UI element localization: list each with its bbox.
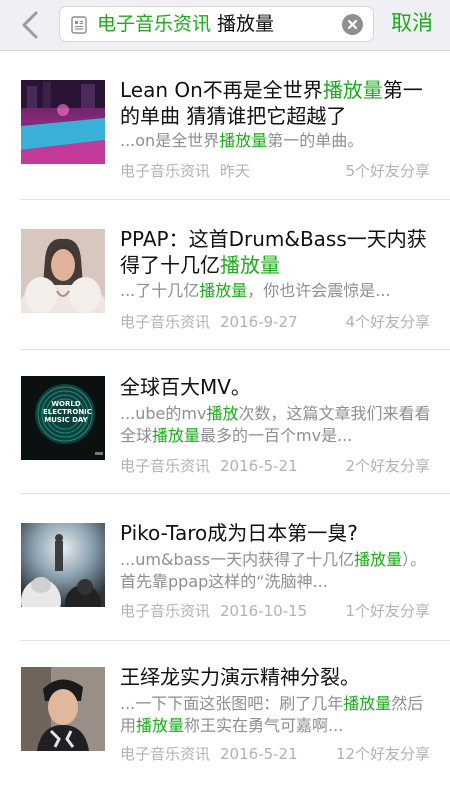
- result-item[interactable]: Piko-Taro成为日本第一臭? ...um&bass一天内获得了十几亿播放量…: [0, 493, 450, 641]
- result-snippet: ...一下下面这张图吧：刷了几年播放量然后用播放量称王实在勇气可嘉啊...: [120, 694, 424, 735]
- result-date: 2016-5-21: [220, 745, 298, 763]
- result-date: 昨天: [220, 162, 251, 180]
- clear-search-button[interactable]: [342, 14, 363, 35]
- result-source: 电子音乐资讯: [120, 602, 211, 620]
- result-title: 王绎龙实力演示精神分裂。: [120, 665, 360, 689]
- result-source: 电子音乐资讯: [120, 162, 211, 180]
- search-field[interactable]: 电子音乐资讯 播放量: [59, 6, 374, 42]
- result-date: 2016-10-15: [220, 602, 308, 620]
- result-date: 2016-5-21: [220, 457, 298, 475]
- cancel-button[interactable]: 取消: [391, 10, 433, 36]
- result-item[interactable]: WORLD ELECTRONIC MUSIC DAY 全球百大MV。 ...ub…: [0, 349, 450, 497]
- result-snippet: ...um&bass一天内获得了十几亿播放量）。首先靠ppap这样的“洗脑神..…: [120, 550, 427, 591]
- result-title: Lean On不再是全世界播放量第一的单曲 猜猜谁把它超越了: [120, 78, 423, 128]
- result-source: 电子音乐资讯: [120, 457, 211, 475]
- thumbnail-portrait: [21, 229, 105, 313]
- divider: [20, 199, 450, 200]
- search-query: 播放量: [217, 13, 275, 35]
- result-snippet: ...了十几亿播放量，你也许会震惊是...: [120, 281, 391, 300]
- result-title: Piko-Taro成为日本第一臭?: [120, 521, 358, 545]
- result-meta: 电子音乐资讯 2016-9-27 4个好友分享: [120, 312, 430, 332]
- friend-share-count: 4个好友分享: [345, 313, 430, 331]
- clear-icon: [347, 19, 358, 30]
- divider: [20, 493, 450, 494]
- thumbnail-pool-photo: [21, 80, 105, 164]
- result-snippet: ...ube的mv播放次数，这篇文章我们来看看全球播放量最多的一百个mv是...: [120, 404, 431, 445]
- thumbnail-world-electronic-music-day: WORLD ELECTRONIC MUSIC DAY: [21, 376, 105, 460]
- result-meta: 电子音乐资讯 2016-10-15 1个好友分享: [120, 601, 430, 621]
- result-item[interactable]: PPAP：这首Drum&Bass一天内获得了十几亿播放量 ...了十几亿播放量，…: [0, 199, 450, 347]
- result-source: 电子音乐资讯: [120, 313, 211, 331]
- thumbnail-stage-photo: [21, 523, 105, 607]
- result-item[interactable]: Lean On不再是全世界播放量第一的单曲 猜猜谁把它超越了 ...on是全世界…: [0, 51, 450, 199]
- chevron-left-icon: [22, 11, 38, 39]
- result-item[interactable]: 王绎龙实力演示精神分裂。 ...一下下面这张图吧：刷了几年播放量然后用播放量称王…: [0, 640, 450, 788]
- friend-share-count: 5个好友分享: [345, 162, 430, 180]
- result-meta: 电子音乐资讯 2016-5-21 2个好友分享: [120, 456, 430, 476]
- result-title: PPAP：这首Drum&Bass一天内获得了十几亿播放量: [120, 227, 427, 277]
- result-date: 2016-9-27: [220, 313, 298, 331]
- thumbnail-person-photo: [21, 667, 105, 751]
- divider: [20, 349, 450, 350]
- result-snippet: ...on是全世界播放量第一的单曲。: [120, 131, 364, 150]
- friend-share-count: 2个好友分享: [345, 457, 430, 475]
- search-account-tag[interactable]: 电子音乐资讯: [97, 13, 211, 35]
- search-query-text: 电子音乐资讯 播放量: [97, 12, 274, 36]
- friend-share-count: 1个好友分享: [345, 602, 430, 620]
- article-icon: [71, 16, 87, 34]
- back-button[interactable]: [14, 8, 48, 42]
- result-source: 电子音乐资讯: [120, 745, 211, 763]
- result-title: 全球百大MV。: [120, 375, 251, 399]
- result-meta: 电子音乐资讯 昨天 5个好友分享: [120, 161, 430, 181]
- result-meta: 电子音乐资讯 2016-5-21 12个好友分享: [120, 744, 430, 764]
- divider: [20, 640, 450, 641]
- friend-share-count: 12个好友分享: [335, 745, 430, 763]
- search-header: 电子音乐资讯 播放量 取消: [0, 0, 450, 51]
- thumbnail-caption: WORLD ELECTRONIC MUSIC DAY: [43, 400, 92, 424]
